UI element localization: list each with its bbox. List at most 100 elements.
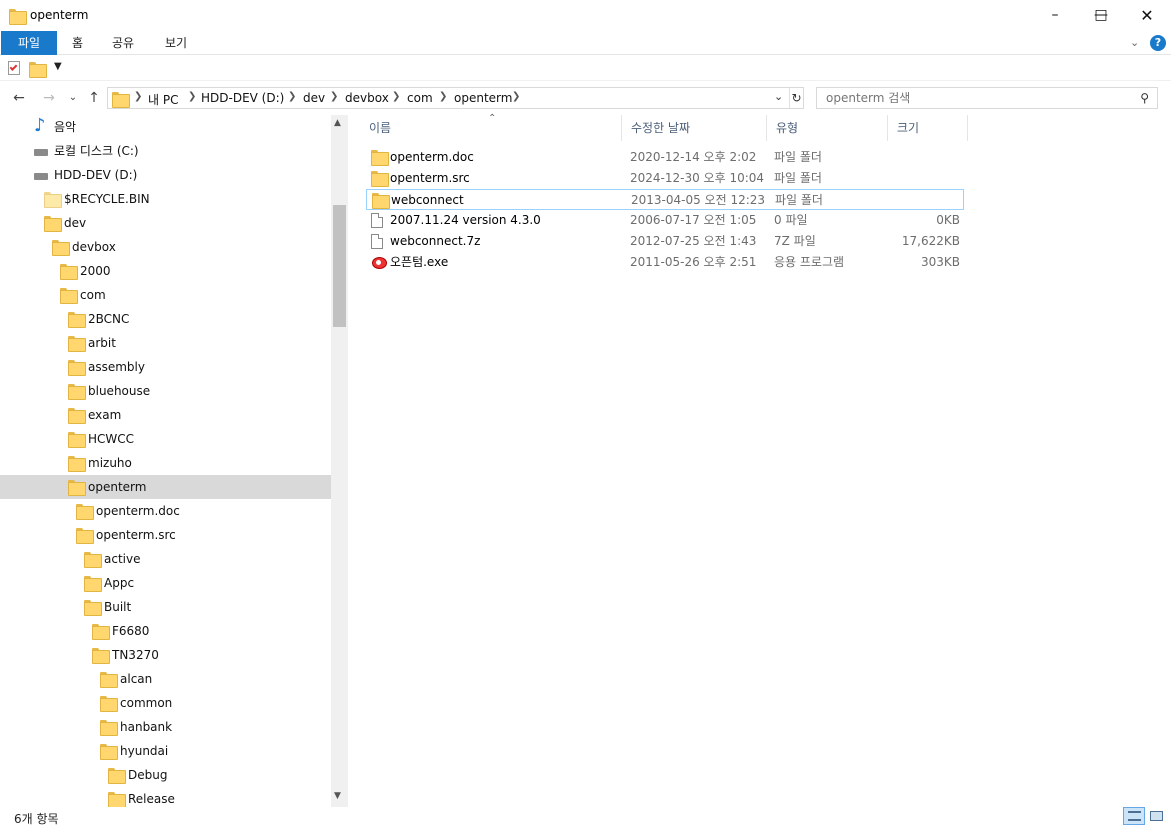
- new-folder-icon[interactable]: [29, 61, 47, 78]
- search-input[interactable]: [817, 88, 1117, 108]
- folder-icon: [68, 312, 86, 328]
- nav-item[interactable]: Release: [0, 787, 331, 807]
- drive-icon: [34, 149, 48, 156]
- column-header-type[interactable]: 유형: [767, 115, 888, 141]
- scrollbar-thumb[interactable]: [333, 205, 346, 327]
- tab-home[interactable]: 홈: [58, 31, 97, 55]
- nav-item[interactable]: openterm: [0, 475, 331, 499]
- column-header-date[interactable]: 수정한 날짜: [622, 115, 767, 141]
- nav-item[interactable]: openterm.doc: [0, 499, 331, 523]
- nav-item[interactable]: openterm.src: [0, 523, 331, 547]
- scroll-down-icon[interactable]: ▼: [334, 791, 341, 801]
- nav-item-label: com: [80, 288, 106, 302]
- folder-icon: [84, 552, 102, 568]
- nav-item-label: 음악: [54, 120, 77, 134]
- folder-icon: [60, 264, 78, 280]
- nav-item[interactable]: F6680: [0, 619, 331, 643]
- breadcrumb-this-pc[interactable]: 내 PC: [148, 91, 178, 108]
- nav-item[interactable]: Appc: [0, 571, 331, 595]
- customize-toolbar-icon[interactable]: ▼: [54, 61, 62, 72]
- breadcrumb-devbox[interactable]: devbox: [345, 91, 389, 105]
- details-view-button[interactable]: [1123, 807, 1145, 825]
- nav-item[interactable]: mizuho: [0, 451, 331, 475]
- chevron-right-icon[interactable]: ❯: [512, 91, 520, 102]
- breadcrumb-drive[interactable]: HDD-DEV (D:): [201, 91, 284, 105]
- nav-item[interactable]: hanbank: [0, 715, 331, 739]
- nav-item-label: 로컬 디스크 (C:): [54, 144, 139, 158]
- large-icons-view-button[interactable]: [1146, 807, 1168, 825]
- nav-item[interactable]: exam: [0, 403, 331, 427]
- nav-item[interactable]: hyundai: [0, 739, 331, 763]
- folder-icon: [44, 192, 62, 208]
- nav-item[interactable]: arbit: [0, 331, 331, 355]
- nav-item[interactable]: Built: [0, 595, 331, 619]
- file-row[interactable]: openterm.src 2024-12-30 오후 10:04 파일 폴더: [366, 168, 964, 189]
- refresh-icon[interactable]: ↻: [789, 88, 803, 108]
- close-window-button[interactable]: ✕: [1124, 0, 1170, 31]
- tab-view[interactable]: 보기: [151, 31, 201, 55]
- tab-file[interactable]: 파일: [1, 31, 57, 55]
- file-row[interactable]: 오픈텀.exe 2011-05-26 오후 2:51 응용 프로그램 303KB: [366, 252, 964, 273]
- back-button[interactable]: ←: [9, 88, 29, 108]
- column-header-name[interactable]: 이름: [360, 115, 622, 141]
- forward-button[interactable]: →: [39, 88, 59, 108]
- nav-scrollbar[interactable]: ▲ ▼: [331, 115, 348, 807]
- address-history-icon[interactable]: ⌄: [774, 90, 783, 103]
- nav-item[interactable]: ♪ 음악: [0, 115, 331, 139]
- chevron-right-icon[interactable]: ❯: [288, 91, 296, 102]
- nav-item[interactable]: HCWCC: [0, 427, 331, 451]
- nav-item[interactable]: Debug: [0, 763, 331, 787]
- file-icon: [371, 234, 383, 249]
- chevron-right-icon[interactable]: ❯: [392, 91, 400, 102]
- file-row[interactable]: 2007.11.24 version 4.3.0 2006-07-17 오전 1:…: [366, 210, 964, 231]
- recent-locations-button[interactable]: ⌄: [63, 88, 83, 108]
- nav-item[interactable]: bluehouse: [0, 379, 331, 403]
- maximize-window-button[interactable]: □: [1078, 0, 1124, 31]
- nav-item[interactable]: 로컬 디스크 (C:): [0, 139, 331, 163]
- folder-icon: [68, 384, 86, 400]
- nav-item-label: Built: [104, 600, 132, 614]
- nav-item[interactable]: HDD-DEV (D:): [0, 163, 331, 187]
- nav-item[interactable]: $RECYCLE.BIN: [0, 187, 331, 211]
- file-size: 303KB: [920, 255, 960, 269]
- properties-icon[interactable]: [8, 61, 20, 75]
- navigation-pane: ♪ 음악 로컬 디스크 (C:) HDD-DEV (D:) $RECYCLE.BIN de…: [0, 115, 348, 807]
- file-name: 2007.11.24 version 4.3.0: [390, 213, 541, 227]
- minimize-window-button[interactable]: –: [1032, 0, 1078, 31]
- nav-item[interactable]: com: [0, 283, 331, 307]
- breadcrumb-openterm[interactable]: openterm: [454, 91, 512, 105]
- nav-item[interactable]: 2000: [0, 259, 331, 283]
- nav-item[interactable]: dev: [0, 211, 331, 235]
- nav-item[interactable]: 2BCNC: [0, 307, 331, 331]
- nav-item-label: hanbank: [120, 720, 173, 734]
- nav-item[interactable]: active: [0, 547, 331, 571]
- file-type: 7Z 파일: [774, 234, 816, 248]
- breadcrumb-com[interactable]: com: [407, 91, 433, 105]
- search-icon[interactable]: ⚲: [1140, 91, 1149, 105]
- file-list: ⌃ 이름 수정한 날짜 유형 크기 openterm.doc 2020-12-14…: [360, 113, 1171, 807]
- nav-item-label: assembly: [88, 360, 145, 374]
- chevron-right-icon[interactable]: ❯: [330, 91, 338, 102]
- chevron-right-icon[interactable]: ❯: [188, 91, 196, 102]
- file-row[interactable]: webconnect 2013-04-05 오전 12:23 파일 폴더: [366, 189, 964, 210]
- scroll-up-icon[interactable]: ▲: [334, 118, 341, 128]
- nav-item[interactable]: alcan: [0, 667, 331, 691]
- nav-item[interactable]: assembly: [0, 355, 331, 379]
- chevron-down-icon[interactable]: ⌄: [1130, 36, 1139, 49]
- nav-item[interactable]: common: [0, 691, 331, 715]
- search-box[interactable]: ⚲: [816, 87, 1158, 109]
- file-row[interactable]: openterm.doc 2020-12-14 오후 2:02 파일 폴더: [366, 147, 964, 168]
- file-row[interactable]: webconnect.7z 2012-07-25 오전 1:43 7Z 파일 17,6…: [366, 231, 964, 252]
- help-icon[interactable]: ?: [1150, 35, 1166, 51]
- folder-icon: [100, 672, 118, 688]
- tab-share[interactable]: 공유: [98, 31, 148, 55]
- address-bar[interactable]: ❯ 내 PC ❯ HDD-DEV (D:) ❯ dev ❯ devbox ❯ c…: [107, 87, 804, 109]
- chevron-right-icon[interactable]: ❯: [134, 91, 142, 102]
- nav-item[interactable]: TN3270: [0, 643, 331, 667]
- breadcrumb-dev[interactable]: dev: [303, 91, 325, 105]
- folder-icon: [68, 408, 86, 424]
- nav-item[interactable]: devbox: [0, 235, 331, 259]
- column-header-size[interactable]: 크기: [888, 115, 968, 141]
- chevron-right-icon[interactable]: ❯: [439, 91, 447, 102]
- up-button[interactable]: ↑: [84, 88, 104, 108]
